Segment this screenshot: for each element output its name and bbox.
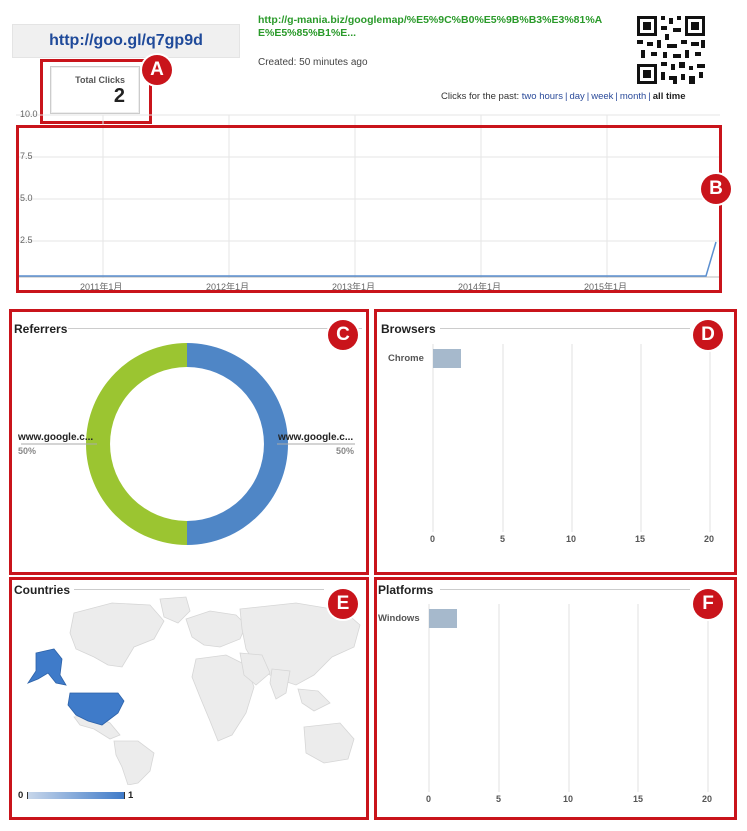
qr-code-icon <box>637 16 705 84</box>
referrer-percent-right: 50% <box>336 446 355 456</box>
countries-rule <box>74 589 324 590</box>
short-url-link[interactable]: http://goo.gl/q7gp9d <box>49 32 203 50</box>
referrers-rule <box>68 328 362 329</box>
browsers-x-tick-15: 15 <box>635 534 646 544</box>
map-southeast-asia[interactable] <box>297 688 331 712</box>
created-time: Created: 50 minutes ago <box>258 57 368 68</box>
referrers-donut <box>21 343 355 545</box>
referrers-slice-blue[interactable] <box>187 343 288 545</box>
browsers-chart <box>432 344 711 532</box>
world-map <box>26 596 361 785</box>
browsers-bar-label-chrome: Chrome <box>388 353 424 364</box>
platforms-title: Platforms <box>378 583 434 597</box>
referrer-percent-left: 50% <box>18 446 37 456</box>
browsers-rule <box>440 328 690 329</box>
long-url-link[interactable]: http://g-mania.biz/googlemap/%E5%9C%B0%E… <box>258 14 618 40</box>
map-india[interactable] <box>269 668 291 700</box>
browsers-x-tick-10: 10 <box>566 534 577 544</box>
badge-a: A <box>142 55 172 85</box>
platforms-x-tick-20: 20 <box>702 794 713 804</box>
total-clicks-label: Total Clicks <box>75 75 125 85</box>
map-greenland[interactable] <box>159 596 191 624</box>
referrers-title: Referrers <box>14 322 68 336</box>
y-tick-10: 10.0 <box>20 109 38 119</box>
browsers-x-tick-0: 0 <box>430 534 436 544</box>
browsers-x-tick-20: 20 <box>704 534 715 544</box>
platforms-x-tick-5: 5 <box>496 794 502 804</box>
countries-legend-max: 1 <box>128 790 134 801</box>
browsers-bar-chrome[interactable] <box>433 349 461 368</box>
referrers-slice-green[interactable] <box>86 343 187 545</box>
platforms-rule <box>440 589 690 590</box>
badge-c: C <box>328 320 358 350</box>
badge-f: F <box>693 589 723 619</box>
map-south-america[interactable] <box>113 740 155 785</box>
map-europe[interactable] <box>185 610 247 648</box>
countries-legend-min: 0 <box>18 790 24 801</box>
platforms-bar-label-windows: Windows <box>378 613 420 624</box>
badge-e: E <box>328 589 358 619</box>
badge-b: B <box>701 174 731 204</box>
map-alaska[interactable] <box>26 648 67 686</box>
map-canada[interactable] <box>69 602 165 668</box>
map-australia[interactable] <box>303 722 355 764</box>
referrer-label-right: www.google.c... <box>278 432 354 443</box>
referrer-label-left: www.google.c... <box>18 432 94 443</box>
browsers-x-tick-5: 5 <box>500 534 506 544</box>
countries-legend-bar <box>27 792 125 799</box>
platforms-bar-windows[interactable] <box>429 609 457 628</box>
badge-d: D <box>693 320 723 350</box>
platforms-x-tick-15: 15 <box>633 794 644 804</box>
browsers-title: Browsers <box>381 322 436 336</box>
platforms-x-tick-10: 10 <box>563 794 574 804</box>
annotation-box-b <box>16 125 722 293</box>
platforms-x-tick-0: 0 <box>426 794 432 804</box>
platforms-chart <box>428 604 709 792</box>
short-url-box[interactable]: http://goo.gl/q7gp9d <box>12 24 240 58</box>
